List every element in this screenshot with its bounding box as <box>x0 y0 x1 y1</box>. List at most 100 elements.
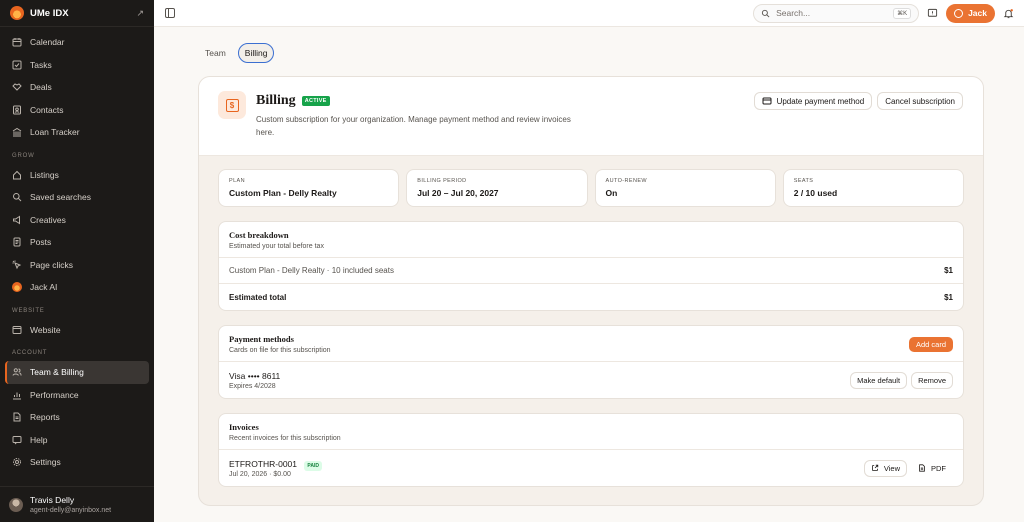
view-invoice-label: View <box>883 463 900 473</box>
section-subtitle: Recent invoices for this subscription <box>229 435 341 442</box>
stat-value: On <box>605 188 618 198</box>
external-link-icon[interactable]: ↗ <box>136 8 144 19</box>
feedback-icon[interactable] <box>927 8 938 19</box>
update-payment-button[interactable]: Update payment method <box>753 92 873 110</box>
sidebar-item-help[interactable]: Help <box>5 429 149 452</box>
topbar: Search... ⌘K Jack <box>154 0 1024 27</box>
sidebar-toggle-icon[interactable] <box>164 7 176 19</box>
brand-name: UMe IDX <box>30 7 69 19</box>
gear-icon <box>12 457 22 467</box>
section-subtitle: Cards on file for this subscription <box>229 347 331 354</box>
stat-value: Jul 20 – Jul 20, 2027 <box>417 188 499 198</box>
sidebar-item-label: Saved searches <box>30 192 91 203</box>
billing-card: $ Billing ACTIVE Custom subscription for… <box>198 76 984 506</box>
sidebar-item-label: Team & Billing <box>30 367 84 378</box>
status-badge: ACTIVE <box>301 96 330 106</box>
invoice-row: ETFROTHR-0001 PAID Jul 20, 2026 · $0.00 … <box>219 450 963 486</box>
brand[interactable]: UMe IDX <box>10 6 69 20</box>
section-title: Payment methods <box>229 334 294 344</box>
section-label-grow: GROW <box>12 152 35 159</box>
cost-line-value: $1 <box>944 266 953 275</box>
sidebar-item-label: Listings <box>30 169 59 180</box>
sidebar-item-team-billing[interactable]: Team & Billing <box>5 361 149 384</box>
bell-icon[interactable] <box>1003 8 1014 19</box>
cost-total: Estimated total $1 <box>219 284 963 310</box>
billing-subtitle: Custom subscription for your organizatio… <box>256 115 571 137</box>
cancel-subscription-label: Cancel subscription <box>885 96 955 106</box>
document-icon <box>12 237 22 247</box>
sidebar-item-label: Jack AI <box>30 282 58 293</box>
billing-header: $ Billing ACTIVE Custom subscription for… <box>199 77 983 156</box>
sidebar-item-website[interactable]: Website <box>5 319 149 342</box>
sidebar-item-loan-tracker[interactable]: Loan Tracker <box>5 121 149 144</box>
tabs: Team Billing <box>199 43 984 63</box>
stat-label: AUTO-RENEW <box>605 178 647 184</box>
stat-value: 2 / 10 used <box>793 188 838 198</box>
pdf-invoice-button[interactable]: PDF <box>911 459 953 477</box>
calendar-icon <box>12 37 22 47</box>
search-icon <box>761 9 770 17</box>
search-placeholder: Search... <box>776 8 811 18</box>
make-default-button[interactable]: Make default <box>850 371 908 389</box>
sidebar-item-reports[interactable]: Reports <box>5 406 149 429</box>
contacts-icon <box>12 105 22 115</box>
page-title: Billing <box>256 93 296 108</box>
user-profile[interactable]: Travis Delly agent-delly@anyinbox.net <box>0 486 154 522</box>
handshake-icon <box>12 82 22 92</box>
tab-team[interactable]: Team <box>199 43 232 63</box>
sidebar-item-deals[interactable]: Deals <box>5 76 149 99</box>
sidebar-item-posts[interactable]: Posts <box>5 231 149 254</box>
sidebar-item-label: Help <box>30 434 48 445</box>
sidebar-item-page-clicks[interactable]: Page clicks <box>5 254 149 277</box>
bank-icon <box>12 127 22 137</box>
section-label-account: ACCOUNT <box>12 350 48 356</box>
credit-card-icon <box>762 97 772 105</box>
remove-card-button[interactable]: Remove <box>911 371 953 389</box>
main: Search... ⌘K Jack Team Billing $ Billing… <box>154 0 1024 522</box>
cost-line-label: Custom Plan - Delly Realty · 10 included… <box>229 266 394 275</box>
avatar <box>9 497 23 512</box>
sidebar-item-settings[interactable]: Settings <box>5 451 149 474</box>
sidebar-item-label: Loan Tracker <box>30 127 80 138</box>
sidebar: UMe IDX ↗ Calendar Tasks Deals Contacts <box>0 0 154 522</box>
cancel-subscription-button[interactable]: Cancel subscription <box>877 92 963 110</box>
sidebar-item-performance[interactable]: Performance <box>5 384 149 407</box>
view-invoice-button[interactable]: View <box>863 459 907 477</box>
tab-billing[interactable]: Billing <box>237 43 275 63</box>
sidebar-item-label: Calendar <box>30 37 65 48</box>
card-number: Visa •••• 8611 <box>229 370 281 381</box>
add-card-button[interactable]: Add card <box>908 336 953 352</box>
jack-button[interactable]: Jack <box>946 3 995 23</box>
sidebar-item-calendar[interactable]: Calendar <box>5 31 149 54</box>
stats-row: PLAN Custom Plan - Delly Realty BILLING … <box>199 156 983 207</box>
content: Team Billing $ Billing ACTIVE Custom sub… <box>154 27 1024 506</box>
stat-value: Custom Plan - Delly Realty <box>229 188 337 198</box>
sidebar-item-label: Page clicks <box>30 259 73 270</box>
sidebar-item-listings[interactable]: Listings <box>5 164 149 187</box>
sidebar-item-label: Deals <box>30 82 52 93</box>
sidebar-header: UMe IDX ↗ <box>0 0 154 27</box>
section-title: Cost breakdown <box>229 230 289 240</box>
users-icon <box>12 367 22 377</box>
invoice-meta: Jul 20, 2026 · $0.00 <box>229 470 291 478</box>
user-email: agent-delly@anyinbox.net <box>30 507 112 514</box>
section-title: Invoices <box>229 422 259 432</box>
user-name: Travis Delly <box>30 495 75 505</box>
search-shortcut: ⌘K <box>893 7 912 19</box>
pdf-invoice-label: PDF <box>931 463 946 473</box>
jack-button-label: Jack <box>968 8 987 18</box>
sidebar-item-label: Creatives <box>30 214 66 225</box>
sidebar-item-label: Contacts <box>30 104 64 115</box>
section-label-website: WEBSITE <box>12 307 45 314</box>
sidebar-item-tasks[interactable]: Tasks <box>5 54 149 77</box>
sidebar-item-jack-ai[interactable]: Jack AI <box>5 276 149 299</box>
sidebar-item-saved-searches[interactable]: Saved searches <box>5 186 149 209</box>
sidebar-item-contacts[interactable]: Contacts <box>5 99 149 122</box>
update-payment-label: Update payment method <box>776 96 865 106</box>
cost-total-value: $1 <box>944 292 953 302</box>
sidebar-item-creatives[interactable]: Creatives <box>5 209 149 232</box>
section-subtitle: Estimated your total before tax <box>229 243 324 250</box>
search-input[interactable]: Search... ⌘K <box>753 3 920 23</box>
invoice-number: ETFROTHR-0001 <box>229 458 298 469</box>
cost-line: Custom Plan - Delly Realty · 10 included… <box>219 258 963 284</box>
